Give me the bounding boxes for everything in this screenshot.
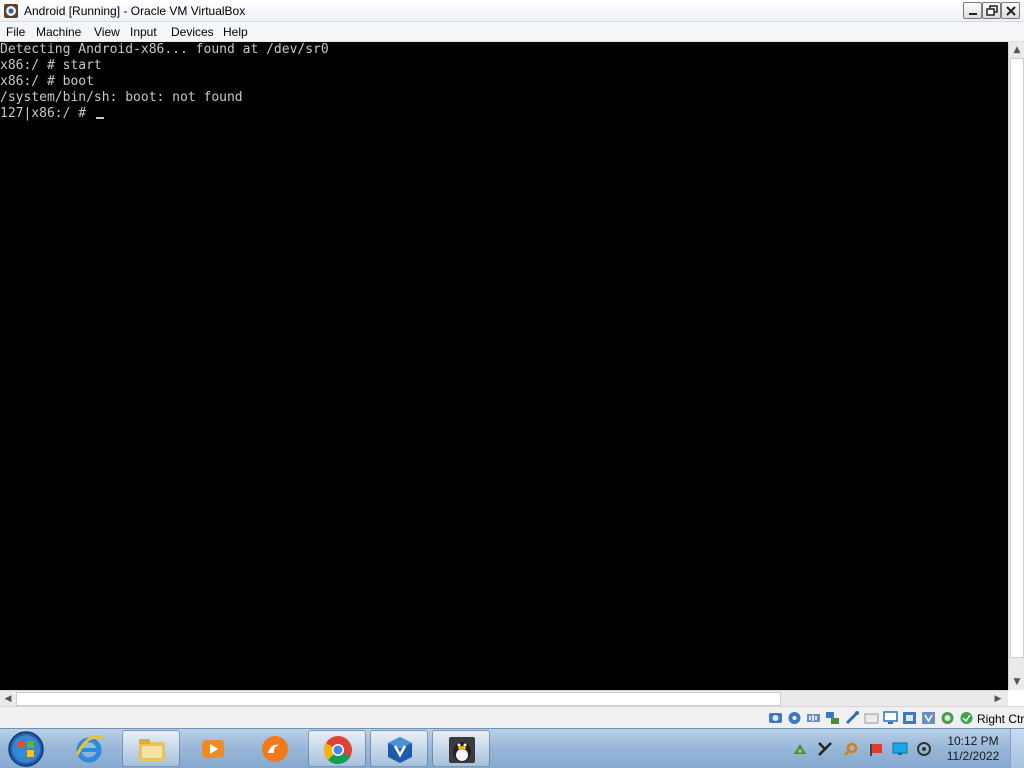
hard-disk-icon[interactable] — [768, 711, 783, 725]
clock-time: 10:12 PM — [947, 734, 999, 748]
vertical-scrollbar[interactable]: ▲ ▼ — [1008, 42, 1024, 690]
horizontal-scroll-thumb[interactable] — [16, 692, 781, 706]
vm-console[interactable]: Detecting Android-x86... found at /dev/s… — [0, 42, 1008, 690]
close-icon — [1006, 6, 1016, 16]
restore-icon — [986, 5, 998, 16]
menu-bar: File Machine View Input Devices Help — [0, 22, 1024, 42]
virtualbox-app-icon — [4, 4, 18, 18]
minimize-button[interactable] — [963, 2, 982, 19]
uc-browser-icon — [262, 736, 288, 762]
windows-taskbar: 10:12 PM 11/2/2022 — [0, 728, 1024, 768]
horizontal-scrollbar[interactable]: ◀ ▶ — [0, 690, 1008, 706]
monitor-tray-icon[interactable] — [892, 741, 908, 757]
scroll-up-icon[interactable]: ▲ — [1009, 42, 1024, 58]
optical-drive-icon[interactable] — [787, 711, 802, 725]
console-prompt: 127|x86:/ # — [0, 106, 94, 121]
chrome-icon — [324, 736, 352, 765]
restore-button[interactable] — [982, 2, 1001, 19]
video-capture-icon[interactable] — [902, 711, 917, 725]
console-line: /system/bin/sh: boot: not found — [0, 90, 243, 105]
vm-status-bar: Right Ctrl — [0, 706, 1024, 728]
scroll-down-icon[interactable]: ▼ — [1009, 674, 1024, 690]
menu-help[interactable]: Help — [223, 25, 248, 39]
virtualbox-icon — [388, 737, 412, 763]
scroll-right-icon[interactable]: ▶ — [990, 691, 1006, 707]
tools-tray-icon[interactable] — [817, 741, 833, 757]
show-desktop-button[interactable] — [1010, 729, 1024, 768]
menu-file[interactable]: File — [6, 25, 25, 39]
taskbar-file-explorer[interactable] — [122, 730, 180, 767]
taskbar-clock[interactable]: 10:12 PM 11/2/2022 — [940, 734, 1006, 764]
virtualization-icon[interactable] — [921, 711, 936, 725]
search-tray-icon[interactable] — [843, 741, 859, 757]
console-line: Detecting Android-x86... found at /dev/s… — [0, 42, 329, 57]
menu-machine[interactable]: Machine — [36, 25, 81, 39]
usb-icon[interactable] — [845, 711, 860, 725]
menu-view[interactable]: View — [94, 25, 120, 39]
start-button[interactable] — [6, 730, 46, 768]
menu-input[interactable]: Input — [130, 25, 157, 39]
flag-tray-icon[interactable] — [868, 741, 884, 757]
network-icon[interactable] — [825, 711, 840, 725]
clock-date: 11/2/2022 — [946, 749, 1000, 763]
volume-tray-icon[interactable] — [916, 741, 932, 757]
shared-folders-icon[interactable] — [864, 711, 879, 725]
taskbar-android-vm[interactable] — [432, 730, 490, 767]
mouse-integration-icon[interactable] — [940, 711, 955, 725]
window-title: Android [Running] - Oracle VM VirtualBox — [24, 4, 246, 18]
vertical-scroll-thumb[interactable] — [1010, 58, 1024, 658]
menu-devices[interactable]: Devices — [171, 25, 214, 39]
window-titlebar[interactable]: Android [Running] - Oracle VM VirtualBox — [0, 0, 1024, 22]
audio-icon[interactable] — [806, 711, 821, 725]
taskbar-virtualbox[interactable] — [370, 730, 428, 767]
taskbar-uc-browser[interactable] — [246, 730, 304, 767]
taskbar-chrome[interactable] — [308, 730, 366, 767]
android-vm-icon — [449, 737, 475, 763]
taskbar-internet-explorer[interactable] — [60, 730, 118, 767]
console-line: x86:/ # start — [0, 58, 102, 73]
network-tray-icon[interactable] — [792, 741, 808, 757]
console-line: x86:/ # boot — [0, 74, 94, 89]
minimize-icon — [969, 13, 977, 15]
taskbar-media-player[interactable] — [184, 730, 242, 767]
internet-explorer-icon — [75, 735, 104, 763]
close-button[interactable] — [1001, 2, 1020, 19]
display-icon[interactable] — [883, 711, 898, 725]
keyboard-capture-icon[interactable] — [959, 711, 974, 725]
media-player-icon — [202, 740, 224, 758]
text-cursor — [95, 117, 104, 119]
scroll-left-icon[interactable]: ◀ — [0, 691, 16, 707]
file-explorer-icon — [139, 739, 165, 761]
console-prompt-line: 127|x86:/ # — [0, 106, 104, 122]
host-key-label: Right Ctrl — [977, 712, 1024, 726]
